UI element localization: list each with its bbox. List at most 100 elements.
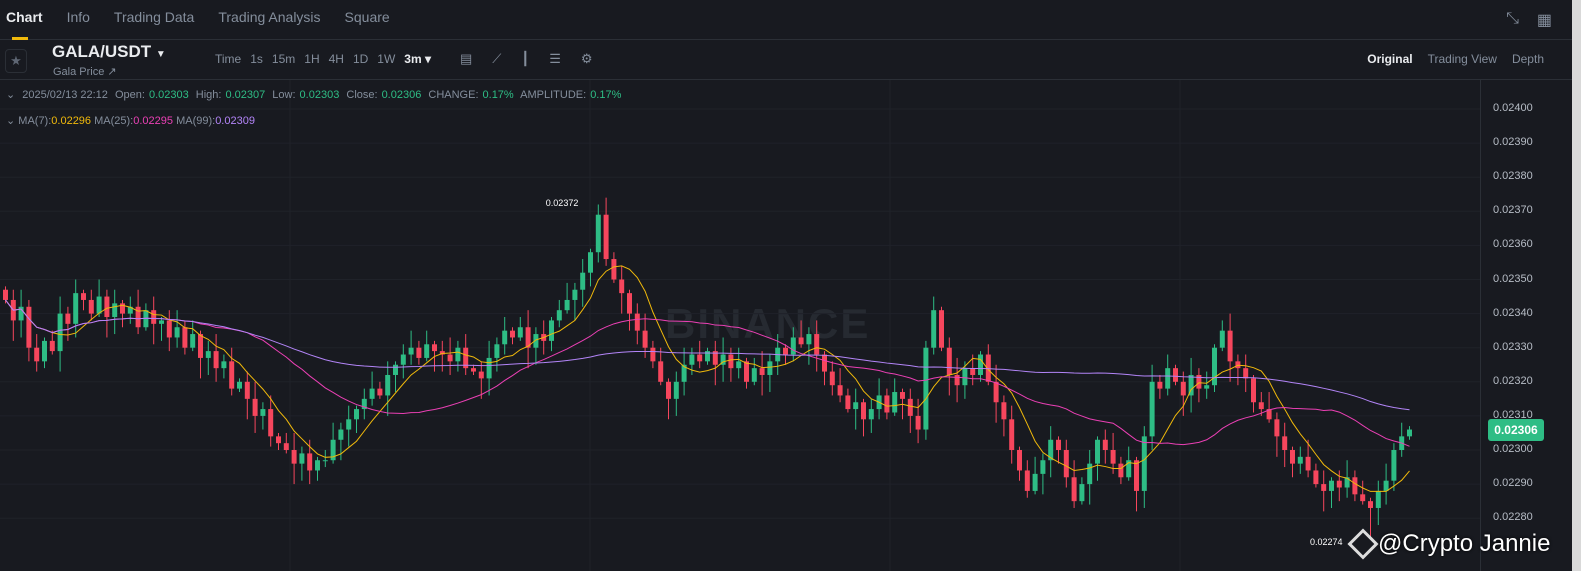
candle-body <box>1157 381 1163 389</box>
open-value: 0.02303 <box>148 89 189 101</box>
low-label: Low: <box>272 89 296 101</box>
candle-body <box>166 320 172 338</box>
candle-body <box>198 334 203 358</box>
amplitude-label: AMPLITUDE: <box>520 89 587 101</box>
candle-body <box>174 327 180 338</box>
candle-body <box>276 436 281 444</box>
candle-body <box>338 429 344 440</box>
candle-body <box>939 310 944 348</box>
candle-body <box>1313 470 1319 485</box>
view-original[interactable]: Original <box>1367 52 1412 66</box>
candle-body <box>416 347 422 358</box>
candle-body <box>3 289 8 300</box>
ma99-value: 0.02309 <box>215 115 255 127</box>
candlestick-chart[interactable] <box>0 80 1480 571</box>
candle-body <box>556 310 562 321</box>
scrollbar[interactable] <box>1572 0 1581 571</box>
candle-body <box>205 351 211 358</box>
candle-body <box>88 299 94 314</box>
candle-body <box>829 371 835 386</box>
candle-body <box>650 347 656 362</box>
candle-body <box>1375 490 1381 508</box>
calendar-icon[interactable]: ▤ <box>460 51 472 67</box>
candle-body <box>946 347 952 375</box>
candle-body <box>1165 368 1171 389</box>
candle-body <box>970 368 976 375</box>
price-tick: 0.02350 <box>1493 272 1533 285</box>
change-value: 0.17% <box>482 89 514 101</box>
interval-1s[interactable]: 1s <box>250 52 263 66</box>
interval-1h[interactable]: 1H <box>304 52 319 66</box>
layout-grid-icon[interactable]: ▦ <box>1537 10 1552 30</box>
candle-body <box>1071 477 1077 502</box>
pair-name: GALA/USDT <box>52 42 152 61</box>
favorite-star-icon[interactable]: ★ <box>5 49 27 73</box>
candle-body <box>1352 477 1358 495</box>
interval-time[interactable]: Time <box>215 52 241 66</box>
candle-body <box>346 419 352 430</box>
candle-body <box>1032 473 1038 491</box>
indicator-icon[interactable]: ⟋ <box>492 51 501 67</box>
candle-body <box>767 361 773 375</box>
candle-body <box>861 402 866 420</box>
candle-body <box>1149 381 1155 437</box>
ma-info: ⌄ MA(7):0.02296 MA(25):0.02295 MA(99):0.… <box>6 114 255 127</box>
candle-body <box>1095 439 1100 464</box>
tab-chart[interactable]: Chart <box>6 0 43 40</box>
interval-4h[interactable]: 4H <box>329 52 344 66</box>
ma25-label: MA(25): <box>94 115 134 127</box>
pair-selector[interactable]: GALA/USDT ▼ <box>52 42 166 62</box>
collapse-icon[interactable]: ⤡ <box>1506 10 1519 30</box>
high-value: 0.02307 <box>225 89 266 101</box>
tab-trading-analysis[interactable]: Trading Analysis <box>218 0 320 40</box>
interval-1d[interactable]: 1D <box>353 52 368 66</box>
chevron-down-icon[interactable]: ⌄ <box>6 115 15 127</box>
pair-subtitle[interactable]: Gala Price ↗ <box>53 65 117 78</box>
candle-body <box>962 368 968 386</box>
credit-watermark: @Crypto Jannie <box>1378 530 1551 557</box>
candle-body <box>1368 501 1373 508</box>
tab-trading-data[interactable]: Trading Data <box>114 0 194 40</box>
view-depth[interactable]: Depth <box>1512 52 1544 66</box>
price-tick: 0.02290 <box>1493 477 1533 490</box>
chevron-down-icon[interactable]: ⌄ <box>6 89 15 101</box>
tab-square[interactable]: Square <box>345 0 390 40</box>
price-tick: 0.02310 <box>1493 408 1533 421</box>
candle-body <box>1290 450 1295 464</box>
candle-body <box>822 354 827 372</box>
candle-body <box>1305 456 1311 471</box>
candle-body <box>658 361 664 382</box>
candle-body <box>244 381 250 399</box>
candle-body <box>923 347 929 430</box>
interval-1w[interactable]: 1W <box>377 52 395 66</box>
price-axis[interactable]: 0.02306 0.02400 0.02390 0.02380 0.02370 0.02… <box>1480 80 1572 571</box>
low-value: 0.02303 <box>299 89 340 101</box>
candle-body <box>65 313 71 324</box>
candle-body <box>112 303 118 318</box>
candle-body <box>1087 463 1093 485</box>
candle-body <box>783 347 788 355</box>
candle-body <box>619 279 625 294</box>
view-trading-view[interactable]: Trading View <box>1428 52 1497 66</box>
candle-body <box>49 340 55 352</box>
gear-icon[interactable]: ⚙ <box>581 51 593 67</box>
interval-15m[interactable]: 15m <box>272 52 295 66</box>
candle-body <box>104 296 110 318</box>
candle-body <box>354 409 359 420</box>
candle-body <box>182 327 188 348</box>
candle-body <box>486 357 492 379</box>
candle-body <box>57 313 63 352</box>
candle-body <box>478 371 484 379</box>
candle-body <box>1134 460 1139 491</box>
candle-body <box>315 460 320 471</box>
candle-body <box>322 460 328 462</box>
candle-body <box>260 409 266 416</box>
interval-3m[interactable]: 3m ▾ <box>404 52 431 66</box>
price-tick: 0.02320 <box>1493 374 1533 387</box>
candle-body <box>689 354 695 365</box>
candle-type-icon[interactable]: ┃ <box>521 51 529 67</box>
chart-settings-icon[interactable]: ☰ <box>549 51 561 67</box>
tab-info[interactable]: Info <box>67 0 90 40</box>
candle-body <box>42 340 47 362</box>
candle-body <box>868 409 874 420</box>
